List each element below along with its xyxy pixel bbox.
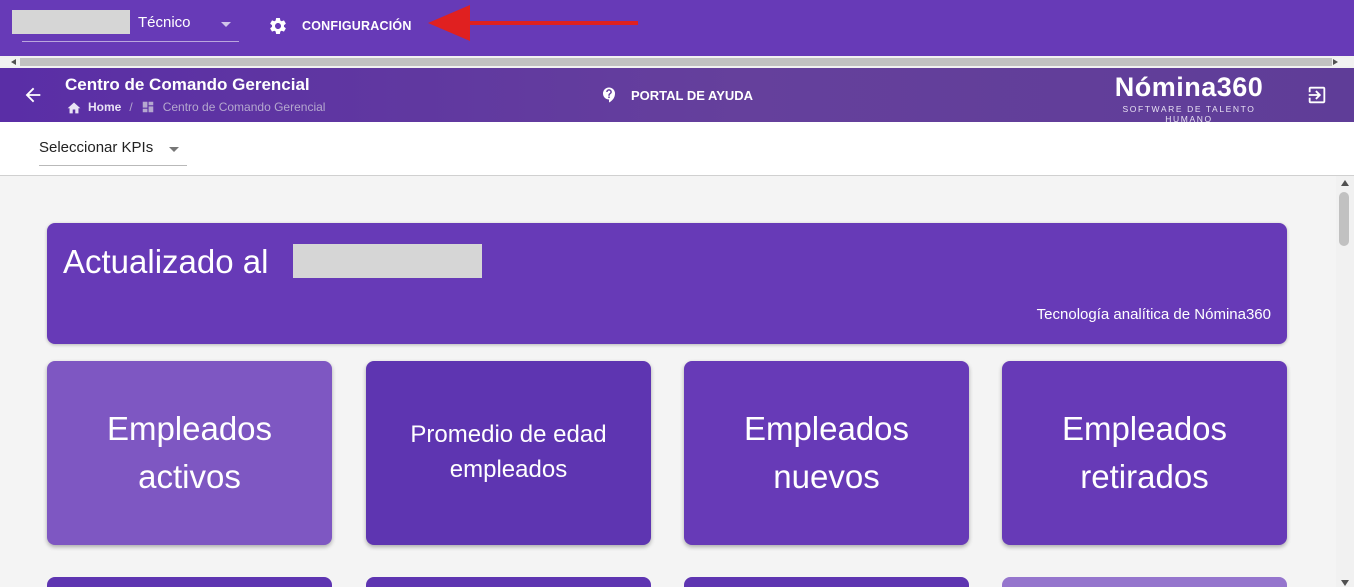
scrollbar-thumb[interactable] xyxy=(20,58,1332,66)
annotation-arrow-icon xyxy=(428,5,638,41)
kpi-select[interactable]: Seleccionar KPIs xyxy=(39,132,187,166)
home-icon[interactable] xyxy=(66,100,82,114)
help-icon xyxy=(603,87,615,103)
scroll-up-icon[interactable] xyxy=(1341,180,1349,186)
kpi-card-label: Empleados nuevos xyxy=(743,410,910,495)
top-bar: Técnico CONFIGURACIÓN xyxy=(0,0,1354,56)
banner-headline: Actualizado al xyxy=(63,243,269,280)
kpi-card-new-employees[interactable]: Empleados nuevos xyxy=(684,361,969,545)
update-banner: Actualizado al Tecnología analítica de N… xyxy=(47,223,1287,344)
page-header: Centro de Comando Gerencial Home / Centr… xyxy=(0,68,1354,124)
kpi-card-label: Empleados retirados xyxy=(1061,410,1228,495)
scroll-down-icon[interactable] xyxy=(1341,580,1349,586)
kpi-card-label: Promedio de edad empleados xyxy=(410,421,607,483)
configuration-label: CONFIGURACIÓN xyxy=(302,19,412,33)
kpi-card-partial[interactable] xyxy=(366,577,651,587)
vertical-scrollbar[interactable] xyxy=(1336,176,1354,587)
help-portal-button[interactable]: PORTAL DE AYUDA xyxy=(600,86,753,104)
kpi-card-partial[interactable] xyxy=(47,577,332,587)
banner-subtitle: Tecnología analítica de Nómina360 xyxy=(1036,306,1271,323)
kpi-card-partial[interactable] xyxy=(684,577,969,587)
dashboard-icon xyxy=(142,101,153,113)
configuration-button[interactable]: CONFIGURACIÓN xyxy=(268,14,412,38)
brand-logo: Nómina360 SOFTWARE DE TALENTO HUMANO xyxy=(1099,70,1279,124)
redacted-date xyxy=(293,244,482,278)
kpi-card-partial[interactable] xyxy=(1002,577,1287,587)
kpi-card-average-age[interactable]: Promedio de edad empleados xyxy=(366,361,651,545)
caret-down-icon xyxy=(221,22,231,27)
kpi-card-label: Empleados activos xyxy=(106,410,273,495)
horizontal-scrollbar[interactable] xyxy=(0,56,1354,68)
kpi-card-retired-employees[interactable]: Empleados retirados xyxy=(1002,361,1287,545)
kpi-select-label: Seleccionar KPIs xyxy=(39,139,154,156)
scrollbar-thumb[interactable] xyxy=(1339,192,1349,246)
gear-icon xyxy=(270,17,286,34)
breadcrumb: Home / Centro de Comando Gerencial xyxy=(66,100,325,114)
help-portal-label: PORTAL DE AYUDA xyxy=(631,87,754,103)
role-select[interactable]: Técnico xyxy=(22,8,239,42)
breadcrumb-separator: / xyxy=(129,100,133,114)
logo-brand: Nómina360 xyxy=(1114,72,1264,102)
scroll-right-icon[interactable] xyxy=(1333,59,1338,65)
kpi-card-active-employees[interactable]: Empleados activos xyxy=(47,361,332,545)
scroll-left-icon[interactable] xyxy=(11,59,16,65)
breadcrumb-home-link[interactable]: Home xyxy=(88,100,121,114)
role-label: Técnico xyxy=(138,14,191,31)
logout-icon[interactable] xyxy=(1306,84,1328,106)
breadcrumb-current: Centro de Comando Gerencial xyxy=(162,100,326,114)
caret-down-icon xyxy=(169,147,179,152)
kpi-toolbar: Seleccionar KPIs xyxy=(0,122,1354,176)
page-title: Centro de Comando Gerencial xyxy=(65,75,310,94)
back-arrow-icon[interactable] xyxy=(22,84,44,106)
logo-tagline: SOFTWARE DE TALENTO HUMANO xyxy=(1122,104,1256,124)
